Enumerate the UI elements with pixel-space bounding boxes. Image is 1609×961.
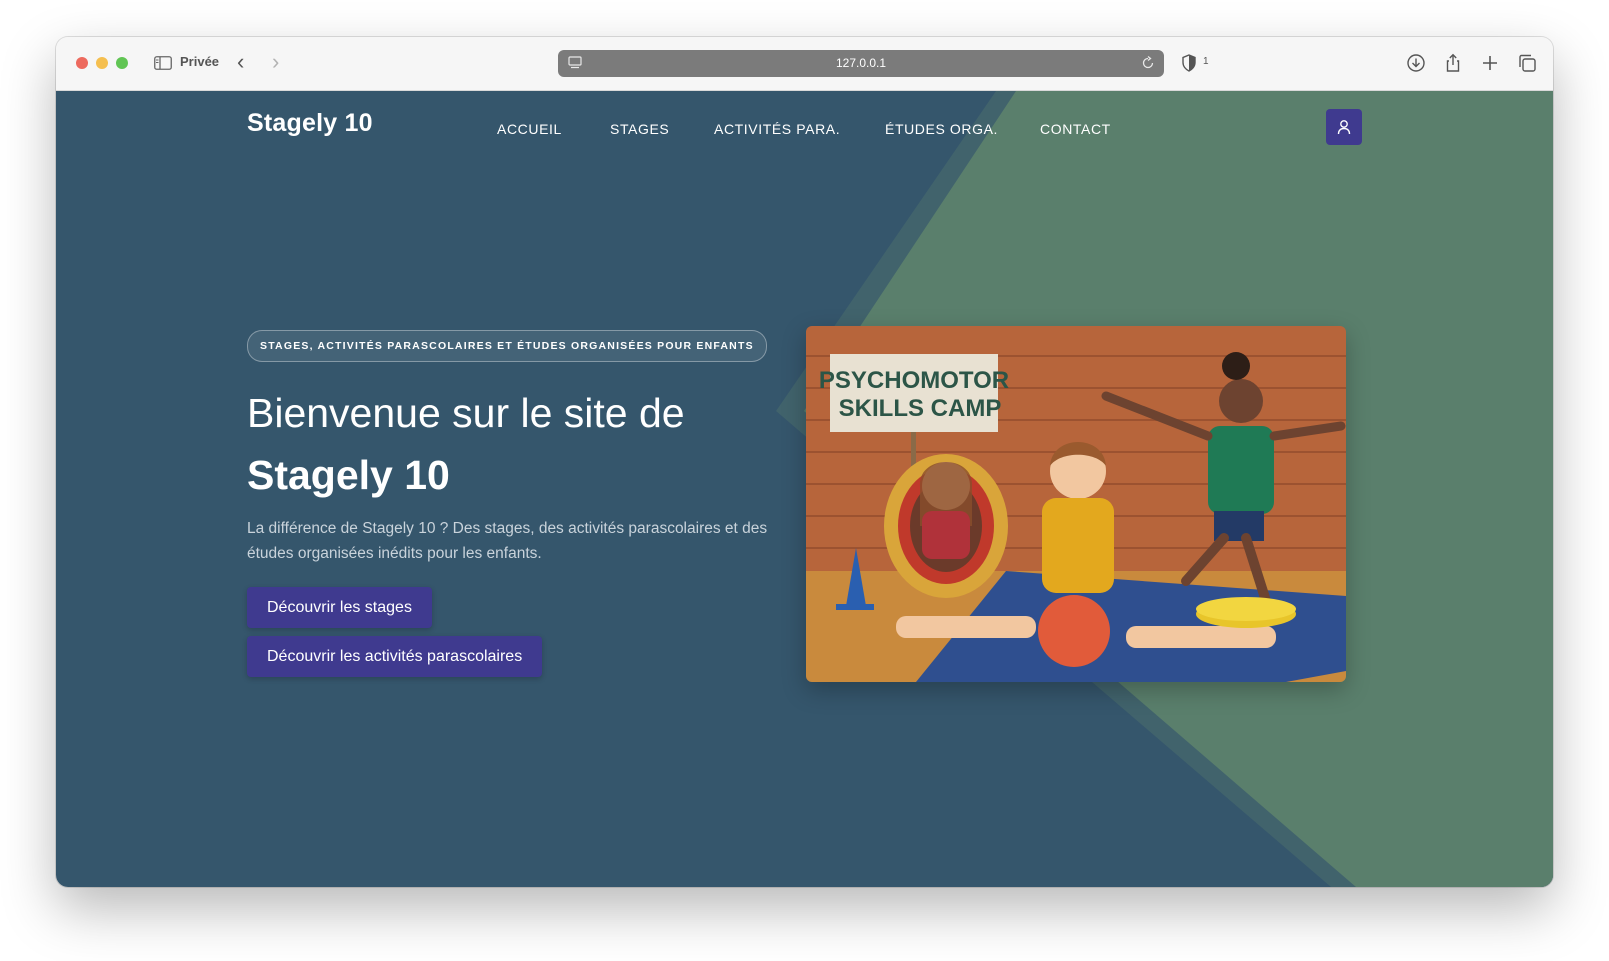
hero-title-line1: Bienvenue sur le site de bbox=[247, 390, 685, 436]
account-button[interactable] bbox=[1326, 109, 1362, 145]
address-bar[interactable]: 127.0.0.1 bbox=[558, 50, 1164, 77]
browser-window: Privée ‹ › 127.0.0.1 1 Stagely 10 ACCUEI… bbox=[56, 37, 1553, 887]
tracker-count: 1 bbox=[1203, 56, 1209, 67]
hero-image: PSYCHOMOTOR SKILLS CAMP bbox=[806, 326, 1346, 682]
discover-activities-button[interactable]: Découvrir les activités parascolaires bbox=[247, 636, 543, 677]
site-logo[interactable]: Stagely 10 bbox=[247, 109, 373, 138]
new-tab-icon[interactable] bbox=[1480, 53, 1500, 73]
hero-description: La différence de Stagely 10 ? Des stages… bbox=[247, 520, 768, 562]
sign-line2: SKILLS CAMP bbox=[839, 395, 1002, 422]
camp-illustration: PSYCHOMOTOR SKILLS CAMP bbox=[806, 326, 1346, 682]
zoom-window-button[interactable] bbox=[116, 57, 128, 69]
sign-line1: PSYCHOMOTOR bbox=[819, 367, 1009, 394]
downloads-icon[interactable] bbox=[1406, 53, 1426, 73]
tab-overview-icon[interactable] bbox=[1517, 53, 1537, 73]
forward-icon[interactable]: › bbox=[272, 51, 279, 73]
user-icon bbox=[1337, 120, 1351, 135]
privacy-shield-icon[interactable] bbox=[1181, 54, 1197, 72]
back-icon[interactable]: ‹ bbox=[237, 51, 244, 73]
nav-etudes-orga[interactable]: ÉTUDES ORGA. bbox=[885, 121, 998, 137]
hero-tagline: STAGES, ACTIVITÉS PARASCOLAIRES ET ÉTUDE… bbox=[247, 330, 767, 362]
private-mode-label: Privée bbox=[180, 54, 220, 69]
sidebar-icon[interactable] bbox=[154, 56, 172, 70]
url-text: 127.0.0.1 bbox=[835, 56, 887, 70]
page-viewport: Stagely 10 ACCUEIL STAGES ACTIVITÉS PARA… bbox=[56, 91, 1553, 887]
nav-contact[interactable]: CONTACT bbox=[1040, 121, 1111, 137]
nav-stages[interactable]: STAGES bbox=[610, 121, 669, 137]
browser-toolbar: Privée ‹ › 127.0.0.1 1 bbox=[56, 37, 1553, 91]
hero-title-line2: Stagely 10 bbox=[247, 452, 450, 498]
discover-stages-button[interactable]: Découvrir les stages bbox=[247, 587, 432, 628]
nav-activites-para[interactable]: ACTIVITÉS PARA. bbox=[714, 121, 840, 137]
share-icon[interactable] bbox=[1443, 53, 1463, 73]
minimize-window-button[interactable] bbox=[96, 57, 108, 69]
close-window-button[interactable] bbox=[76, 57, 88, 69]
reload-icon[interactable] bbox=[1140, 55, 1156, 71]
nav-accueil[interactable]: ACCUEIL bbox=[497, 121, 562, 137]
